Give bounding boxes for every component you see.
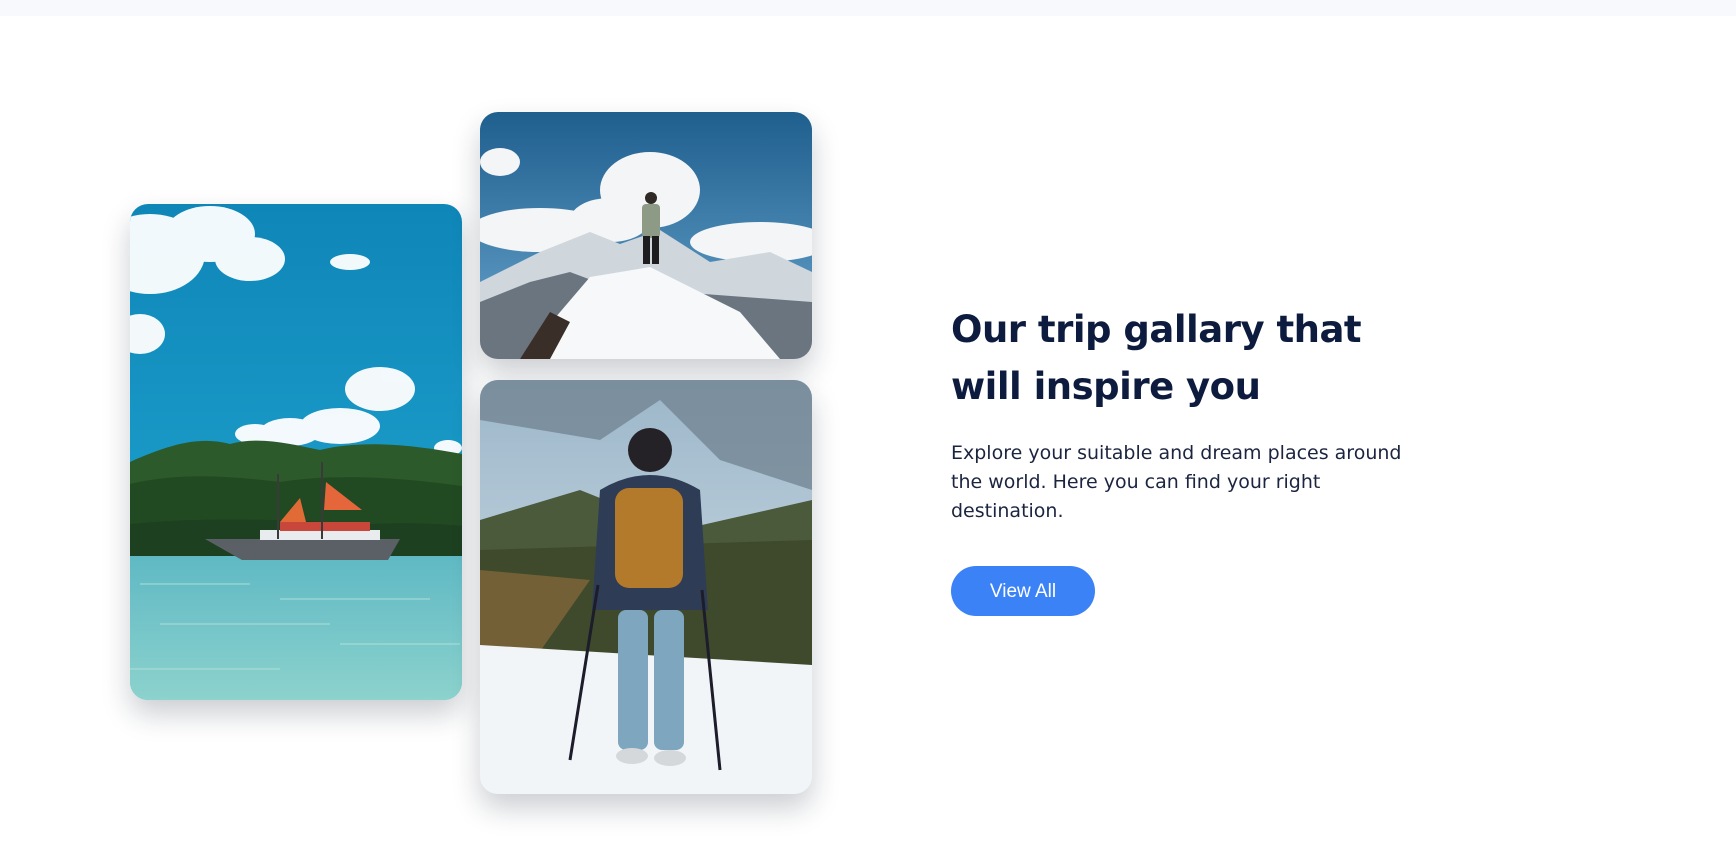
boat-lagoon-photo[interactable] bbox=[130, 204, 462, 700]
gallery-content: Our trip gallary that will inspire you E… bbox=[951, 301, 1421, 616]
top-strip bbox=[0, 0, 1736, 16]
snow-hiker-image bbox=[480, 380, 812, 794]
section-description: Explore your suitable and dream places a… bbox=[951, 442, 1402, 522]
boat-lagoon-image bbox=[130, 204, 462, 700]
mountain-summit-photo[interactable] bbox=[480, 112, 812, 359]
snow-hiker-photo[interactable] bbox=[480, 380, 812, 794]
view-all-button[interactable]: View All bbox=[951, 566, 1095, 616]
gallery-section: Our trip gallary that will inspire you E… bbox=[0, 16, 1736, 864]
mountain-summit-image bbox=[480, 112, 812, 359]
section-title: Our trip gallary that will inspire you bbox=[951, 308, 1362, 408]
